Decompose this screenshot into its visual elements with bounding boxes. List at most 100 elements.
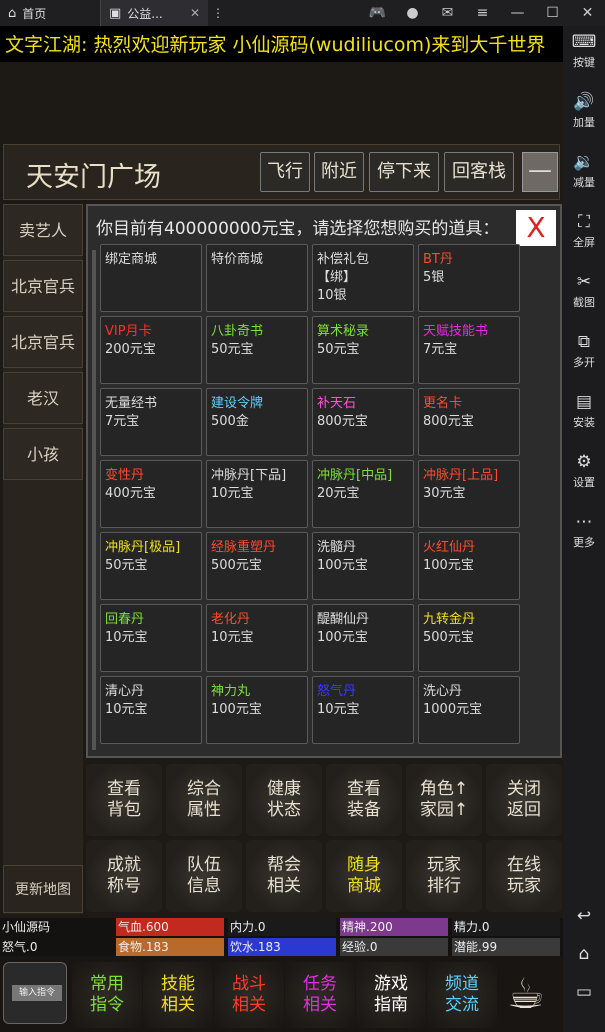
emu-button[interactable]: 🔊 加量 (573, 90, 595, 146)
shop-item[interactable]: 更名卡 800元宝 (418, 388, 520, 456)
shop-item-price: 10元宝 (105, 630, 148, 645)
action-button[interactable]: 关闭 返回 (486, 764, 562, 836)
action-button[interactable]: 玩家 排行 (406, 840, 482, 912)
nearby-button[interactable]: 附近 (314, 152, 364, 192)
npc-item[interactable]: 小孩 (3, 428, 83, 480)
shop-item[interactable]: 变性丹 400元宝 (100, 460, 202, 528)
minimize-icon[interactable]: — (500, 5, 535, 21)
emulator-sidebar: ⌨ 按键 🔊 加量 🔉 减量 ⛶ 全屏 ✂ 截图 ⧉ 多开 ▤ 安装 ⚙ 设置 ⋯ 更多 ↩ ⌂ ▭ (563, 26, 605, 1032)
shop-item[interactable]: 冲脉丹[下品] 10元宝 (206, 460, 308, 528)
shop-item[interactable]: 神力丸 100元宝 (206, 676, 308, 744)
ticker-label: 文字江湖: (5, 34, 88, 56)
gamepad-icon[interactable]: 🎮 (360, 5, 395, 21)
shop-item[interactable]: 冲脉丹[中品] 20元宝 (312, 460, 414, 528)
shop-item[interactable]: 火红仙丹 100元宝 (418, 532, 520, 600)
shop-item[interactable]: 醍醐仙丹 100元宝 (312, 604, 414, 672)
stop-button[interactable]: 停下来 (369, 152, 439, 192)
shop-item[interactable]: 九转金丹 500元宝 (418, 604, 520, 672)
close-window-icon[interactable]: ✕ (570, 5, 605, 21)
npc-item[interactable]: 北京官兵 (3, 316, 83, 368)
shop-item[interactable]: 老化丹 10元宝 (206, 604, 308, 672)
npc-item[interactable]: 卖艺人 (3, 204, 83, 256)
kebab-icon[interactable]: ⋮ (208, 6, 228, 20)
fly-button[interactable]: 飞行 (260, 152, 310, 192)
shop-item-name: 清心丹 (105, 684, 145, 699)
bottom-nav-button[interactable]: 战斗 相关 (214, 962, 284, 1028)
shop-item[interactable]: 无量经书 7元宝 (100, 388, 202, 456)
tab-game[interactable]: ▣ 公益... ✕ (100, 0, 208, 26)
bottom-nav-button[interactable]: 常用 指令 (72, 962, 142, 1028)
bottom-nav-button[interactable]: 游戏 指南 (356, 962, 426, 1028)
shop-item[interactable]: 八卦奇书 50元宝 (206, 316, 308, 384)
shop-item[interactable]: 怒气丹 10元宝 (312, 676, 414, 744)
shop-item[interactable]: 特价商城 (206, 244, 308, 312)
action-button[interactable]: 综合 属性 (166, 764, 242, 836)
shop-item-name: 算术秘录 (317, 324, 370, 339)
shop-item[interactable]: 回春丹 10元宝 (100, 604, 202, 672)
menu-icon[interactable]: ≡ (465, 5, 500, 21)
teacup-icon[interactable]: ☕ (495, 964, 557, 1024)
action-button[interactable]: 健康 状态 (246, 764, 322, 836)
tab-game-label: 公益... (127, 6, 163, 21)
shop-item[interactable]: 洗髓丹 100元宝 (312, 532, 414, 600)
action-button[interactable]: 随身 商城 (326, 840, 402, 912)
action-button[interactable]: 查看 装备 (326, 764, 402, 836)
maximize-icon[interactable]: ☐ (535, 5, 570, 21)
close-tab-icon[interactable]: ✕ (190, 6, 200, 20)
shop-close-button[interactable]: X (516, 210, 556, 246)
shop-item-name: 怒气丹 (317, 684, 357, 699)
bottom-nav-button[interactable]: 频道 交流 (427, 962, 497, 1028)
shop-item-name: 无量经书 (105, 396, 158, 411)
input-command-label: 输入指令 (12, 985, 62, 1001)
action-button[interactable]: 帮会 相关 (246, 840, 322, 912)
shop-item[interactable]: 冲脉丹[上品] 30元宝 (418, 460, 520, 528)
emu-button[interactable]: ⌨ 按键 (572, 30, 597, 86)
shop-item[interactable]: 冲脉丹[极品] 50元宝 (100, 532, 202, 600)
emu-button[interactable]: ⧉ 多开 (573, 330, 595, 386)
emu-button[interactable]: ⚙ 设置 (573, 450, 595, 506)
action-button[interactable]: 查看 背包 (86, 764, 162, 836)
back-icon[interactable]: ↩ (563, 906, 605, 944)
bottom-nav-button[interactable]: 技能 相关 (143, 962, 213, 1028)
shop-item[interactable]: VIP月卡 200元宝 (100, 316, 202, 384)
avatar-icon[interactable]: ● (395, 5, 430, 21)
bottom-nav-button[interactable]: 任务 相关 (285, 962, 355, 1028)
emu-button[interactable]: ✂ 截图 (573, 270, 595, 326)
shop-item[interactable]: 补偿礼包 【绑】 10银 (312, 244, 414, 312)
shop-item[interactable]: 补天石 800元宝 (312, 388, 414, 456)
water-bar: 饮水.183 (228, 938, 336, 956)
shop-item[interactable]: 天赋技能书 7元宝 (418, 316, 520, 384)
action-button[interactable]: 成就 称号 (86, 840, 162, 912)
recents-icon[interactable]: ▭ (563, 982, 605, 1020)
shop-item[interactable]: 绑定商城 (100, 244, 202, 312)
emu-label: 按键 (572, 56, 595, 69)
shop-title: 你目前有400000000元宝，请选择您想购买的道具： (96, 219, 500, 239)
tab-home[interactable]: ⌂ 首页 (0, 0, 100, 26)
emu-button[interactable]: ⋯ 更多 (573, 510, 595, 566)
emu-button[interactable]: 🔉 减量 (573, 150, 595, 206)
update-map-button[interactable]: 更新地图 (3, 865, 83, 913)
action-button[interactable]: 在线 玩家 (486, 840, 562, 912)
mail-icon[interactable]: ✉ (430, 5, 465, 21)
shop-item-price: 50元宝 (317, 342, 360, 357)
spirit-bar: 精神.200 (340, 918, 448, 936)
return-inn-button[interactable]: 回客栈 (444, 152, 514, 192)
shop-item[interactable]: 算术秘录 50元宝 (312, 316, 414, 384)
emu-button[interactable]: ▤ 安装 (573, 390, 595, 446)
action-button[interactable]: 队伍 信息 (166, 840, 242, 912)
shop-item[interactable]: 建设令牌 500金 (206, 388, 308, 456)
home-icon[interactable]: ⌂ (563, 944, 605, 982)
shop-item[interactable]: 经脉重塑丹 500元宝 (206, 532, 308, 600)
shop-scrollbar[interactable] (92, 250, 96, 750)
emu-button[interactable]: ⛶ 全屏 (573, 210, 595, 266)
collapse-menu-button[interactable]: — (522, 152, 558, 192)
input-command-button[interactable]: 输入指令 (3, 962, 67, 1024)
shop-item[interactable]: 清心丹 10元宝 (100, 676, 202, 744)
npc-item[interactable]: 老汉 (3, 372, 83, 424)
shop-item[interactable]: 洗心丹 1000元宝 (418, 676, 520, 744)
shop-item[interactable]: BT丹 5银 (418, 244, 520, 312)
action-button[interactable]: 角色↑ 家园↑ (406, 764, 482, 836)
shop-item-name: BT丹 (423, 252, 453, 267)
npc-item[interactable]: 北京官兵 (3, 260, 83, 312)
emu-label: 设置 (573, 476, 595, 489)
